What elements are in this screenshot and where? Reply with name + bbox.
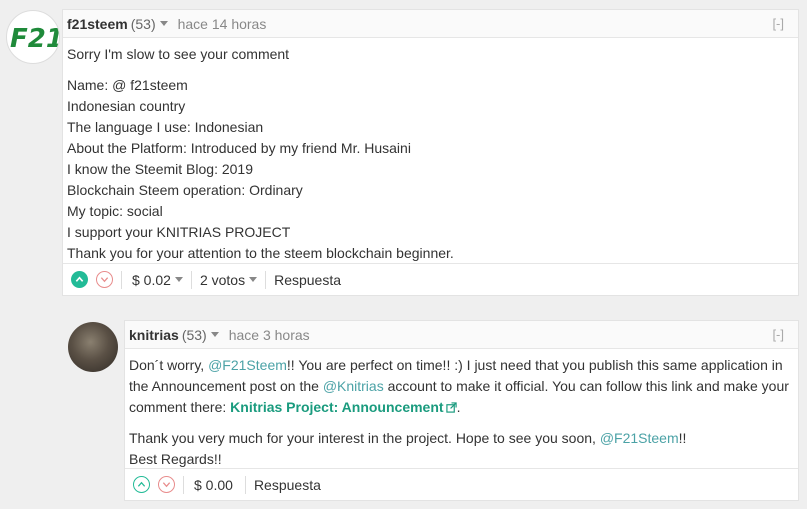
upvote-button[interactable] (133, 476, 150, 493)
author-reputation: (53) (130, 15, 156, 32)
comment-line: My topic: social (67, 203, 163, 219)
comment-line: Thank you for your attention to the stee… (67, 245, 454, 261)
collapse-button[interactable]: [-] (772, 16, 784, 31)
comment-line: Blockchain Steem operation: Ordinary (67, 182, 303, 198)
comment-footer: $ 0.00 Respuesta (125, 468, 798, 500)
mention-link[interactable]: @F21Steem (600, 430, 679, 446)
comment-header: knitrias (53) hace 3 horas [-] (125, 321, 798, 349)
author-name[interactable]: knitrias (129, 327, 179, 343)
votes-dropdown-icon[interactable] (249, 277, 258, 282)
comment-card-f21steem: f21steem (53) hace 14 horas [-] Sorry I'… (62, 9, 799, 296)
downvote-button[interactable] (96, 271, 113, 288)
author-dropdown-icon[interactable] (159, 21, 168, 26)
chevron-down-icon (100, 277, 109, 283)
comment-intro: Sorry I'm slow to see your comment (67, 46, 290, 62)
comment-timestamp[interactable]: hace 14 horas (178, 16, 267, 32)
votes-count[interactable]: 2 votos (200, 272, 245, 288)
reply-button[interactable]: Respuesta (274, 272, 341, 288)
upvote-button[interactable] (71, 271, 88, 288)
f21-logo-icon: F21 (10, 24, 60, 54)
comment-card-knitrias: knitrias (53) hace 3 horas [-] Don´t wor… (124, 320, 799, 501)
reply-button[interactable]: Respuesta (254, 477, 321, 493)
comment-body: Don´t worry, @F21Steem!! You are perfect… (125, 349, 798, 470)
comment-paragraph: Don´t worry, @F21Steem!! You are perfect… (129, 357, 789, 415)
comment-line: I know the Steemit Blog: 2019 (67, 161, 253, 177)
comment-line: Indonesian country (67, 98, 186, 114)
comment-line: About the Platform: Introduced by my fri… (67, 140, 411, 156)
comment-line: I support your KNITRIAS PROJECT (67, 224, 291, 240)
chevron-down-icon (162, 482, 171, 488)
chevron-up-icon (137, 481, 146, 487)
mention-link[interactable]: @F21Steem (208, 357, 287, 373)
payout-value[interactable]: $ 0.02 (132, 272, 171, 288)
avatar-knitrias[interactable] (68, 322, 118, 372)
comment-line: Name: @ f21steem (67, 77, 188, 93)
author-dropdown-icon[interactable] (210, 332, 219, 337)
svg-text:F21: F21 (10, 24, 60, 54)
payout-value[interactable]: $ 0.00 (194, 477, 233, 493)
collapse-button[interactable]: [-] (772, 327, 784, 342)
comment-header: f21steem (53) hace 14 horas [-] (63, 10, 798, 38)
comment-paragraph: Best Regards!! (129, 451, 222, 467)
author-reputation: (53) (181, 326, 207, 343)
chevron-up-icon (75, 276, 84, 282)
payout-dropdown-icon[interactable] (174, 277, 183, 282)
comment-paragraph: Thank you very much for your interest in… (129, 430, 687, 446)
comment-footer: $ 0.02 2 votos Respuesta (63, 263, 798, 295)
avatar-f21steem[interactable]: F21 (6, 10, 60, 64)
external-link-icon (445, 402, 457, 413)
downvote-button[interactable] (158, 476, 175, 493)
mention-link[interactable]: @Knitrias (323, 378, 384, 394)
comment-line: The language I use: Indonesian (67, 119, 264, 135)
announcement-link[interactable]: Knitrias Project: Announcement (230, 399, 443, 415)
author-name[interactable]: f21steem (67, 16, 128, 32)
comment-body: Sorry I'm slow to see your comment Name:… (63, 38, 798, 264)
comment-timestamp[interactable]: hace 3 horas (229, 327, 310, 343)
